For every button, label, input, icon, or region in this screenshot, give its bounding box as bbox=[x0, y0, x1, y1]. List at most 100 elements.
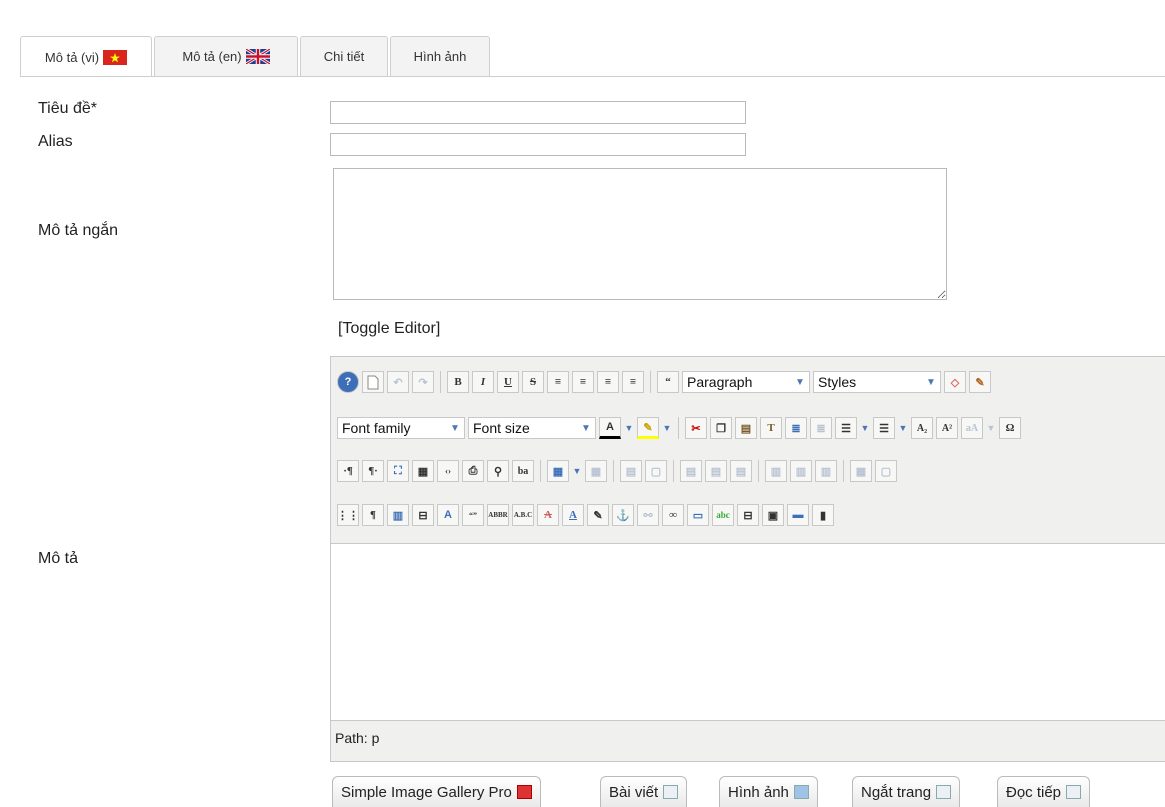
deletion-icon[interactable]: A bbox=[537, 504, 559, 526]
horizontal-rule-icon[interactable]: ⊟ bbox=[737, 504, 759, 526]
spellcheck-icon[interactable]: abc bbox=[712, 504, 734, 526]
chevron-down-icon[interactable]: ▼ bbox=[898, 417, 908, 439]
font-family-value: Font family bbox=[342, 420, 411, 436]
cut-icon[interactable]: ✂ bbox=[685, 417, 707, 439]
image-button[interactable]: Hình ảnh bbox=[719, 776, 818, 807]
superscript-icon[interactable]: A² bbox=[936, 417, 958, 439]
insert-row-after-icon[interactable]: ▤ bbox=[705, 460, 727, 482]
split-cells-icon[interactable]: ▢ bbox=[875, 460, 897, 482]
font-size-value: Font size bbox=[473, 420, 530, 436]
chevron-down-icon: ▼ bbox=[446, 418, 464, 438]
tab-images[interactable]: Hình ảnh bbox=[390, 36, 490, 76]
font-size-select[interactable]: Font size ▼ bbox=[468, 417, 596, 439]
media-icon[interactable]: ▮ bbox=[812, 504, 834, 526]
page-break-button[interactable]: Ngắt trang bbox=[852, 776, 961, 807]
title-input[interactable] bbox=[330, 101, 746, 124]
toggle-editor-link[interactable]: [Toggle Editor] bbox=[338, 320, 440, 338]
text-color-icon[interactable]: A bbox=[599, 417, 621, 439]
image-manager-icon[interactable]: ▬ bbox=[787, 504, 809, 526]
layer-icon[interactable]: ▣ bbox=[762, 504, 784, 526]
fullscreen-icon[interactable]: ⛶ bbox=[387, 460, 409, 482]
insert-col-after-icon[interactable]: ▥ bbox=[790, 460, 812, 482]
search-replace-icon[interactable]: ⚲ bbox=[487, 460, 509, 482]
bullet-list-icon[interactable]: ☰ bbox=[873, 417, 895, 439]
outdent-icon[interactable]: ≣ bbox=[810, 417, 832, 439]
ltr-paragraph-icon[interactable]: ·¶ bbox=[337, 460, 359, 482]
template-icon[interactable]: ⊟ bbox=[412, 504, 434, 526]
simple-image-gallery-pro-button[interactable]: Simple Image Gallery Pro bbox=[332, 776, 541, 807]
cleanup-broom-icon[interactable]: ✎ bbox=[969, 371, 991, 393]
chevron-down-icon[interactable]: ▼ bbox=[860, 417, 870, 439]
insert-table-icon[interactable]: ▦ bbox=[547, 460, 569, 482]
styles-select[interactable]: Styles ▼ bbox=[813, 371, 941, 393]
separator bbox=[758, 460, 759, 482]
indent-icon[interactable]: ≣ bbox=[785, 417, 807, 439]
help-icon[interactable]: ? bbox=[337, 371, 359, 393]
anchor-icon[interactable]: ⚓ bbox=[612, 504, 634, 526]
highlight-color-icon[interactable]: ✎ bbox=[637, 417, 659, 439]
tab-description-en[interactable]: Mô tả (en) bbox=[154, 36, 298, 76]
font-family-select[interactable]: Font family ▼ bbox=[337, 417, 465, 439]
tab-description-vi[interactable]: Mô tả (vi) bbox=[20, 36, 152, 77]
chevron-down-icon: ▼ bbox=[922, 372, 940, 392]
text-case-icon[interactable]: aA bbox=[961, 417, 983, 439]
alias-input[interactable] bbox=[330, 133, 746, 156]
editor-content-area[interactable] bbox=[331, 543, 1165, 721]
blockquote-icon[interactable]: “ bbox=[657, 371, 679, 393]
align-left-icon[interactable]: ≡ bbox=[547, 371, 569, 393]
table-cell-props-icon[interactable]: ▢ bbox=[645, 460, 667, 482]
short-description-textarea[interactable] bbox=[333, 168, 947, 300]
image-icon[interactable]: ▭ bbox=[687, 504, 709, 526]
eraser-icon[interactable]: ◇ bbox=[944, 371, 966, 393]
copy-icon[interactable]: ❐ bbox=[710, 417, 732, 439]
redo-icon[interactable]: ↷ bbox=[412, 371, 434, 393]
chevron-down-icon[interactable]: ▼ bbox=[572, 460, 582, 482]
align-justify-icon[interactable]: ≡ bbox=[622, 371, 644, 393]
attributes-icon[interactable]: ✎ bbox=[587, 504, 609, 526]
insert-col-before-icon[interactable]: ▥ bbox=[765, 460, 787, 482]
style-props-icon[interactable]: A bbox=[437, 504, 459, 526]
chevron-down-icon[interactable]: ▼ bbox=[624, 417, 634, 439]
delete-table-icon[interactable]: ▦ bbox=[585, 460, 607, 482]
rtl-paragraph-icon[interactable]: ¶· bbox=[362, 460, 384, 482]
html-source-icon[interactable]: ‹› bbox=[437, 460, 459, 482]
chevron-down-icon[interactable]: ▼ bbox=[662, 417, 672, 439]
insertion-icon[interactable]: A bbox=[562, 504, 584, 526]
path-value[interactable]: p bbox=[372, 730, 380, 746]
paste-icon[interactable]: ▤ bbox=[735, 417, 757, 439]
chevron-down-icon[interactable]: ▼ bbox=[986, 417, 996, 439]
special-character-icon[interactable]: Ω bbox=[999, 417, 1021, 439]
table-row-props-icon[interactable]: ▤ bbox=[620, 460, 642, 482]
readmore-icon bbox=[1066, 785, 1082, 799]
subscript-icon[interactable]: A₂ bbox=[911, 417, 933, 439]
acronym-icon[interactable]: A.B.C bbox=[512, 504, 534, 526]
preview-icon[interactable]: ▦ bbox=[412, 460, 434, 482]
show-blocks-icon[interactable]: ¶ bbox=[362, 504, 384, 526]
link-icon[interactable]: ∞ bbox=[662, 504, 684, 526]
format-select[interactable]: Paragraph ▼ bbox=[682, 371, 810, 393]
italic-icon[interactable]: I bbox=[472, 371, 494, 393]
undo-icon[interactable]: ↶ bbox=[387, 371, 409, 393]
align-center-icon[interactable]: ≡ bbox=[572, 371, 594, 393]
align-right-icon[interactable]: ≡ bbox=[597, 371, 619, 393]
strikethrough-icon[interactable]: S bbox=[522, 371, 544, 393]
merge-cells-icon[interactable]: ▦ bbox=[850, 460, 872, 482]
new-document-icon[interactable] bbox=[362, 371, 384, 393]
article-button[interactable]: Bài viết bbox=[600, 776, 688, 807]
read-more-button[interactable]: Đọc tiếp bbox=[997, 776, 1091, 807]
bold-icon[interactable]: B bbox=[447, 371, 469, 393]
delete-col-icon[interactable]: ▥ bbox=[815, 460, 837, 482]
tab-details[interactable]: Chi tiết bbox=[300, 36, 388, 76]
replace-icon[interactable]: ba bbox=[512, 460, 534, 482]
unlink-icon[interactable]: ⚯ bbox=[637, 504, 659, 526]
abbreviation-icon[interactable]: ABBR bbox=[487, 504, 509, 526]
visual-aid-icon[interactable]: ⋮⋮ bbox=[337, 504, 359, 526]
print-icon[interactable]: ⎙ bbox=[462, 460, 484, 482]
paste-text-icon[interactable]: T bbox=[760, 417, 782, 439]
citation-icon[interactable]: “” bbox=[462, 504, 484, 526]
insert-row-before-icon[interactable]: ▤ bbox=[680, 460, 702, 482]
underline-icon[interactable]: U bbox=[497, 371, 519, 393]
delete-row-icon[interactable]: ▤ bbox=[730, 460, 752, 482]
pdf-icon[interactable]: ▥ bbox=[387, 504, 409, 526]
numbered-list-icon[interactable]: ☰ bbox=[835, 417, 857, 439]
